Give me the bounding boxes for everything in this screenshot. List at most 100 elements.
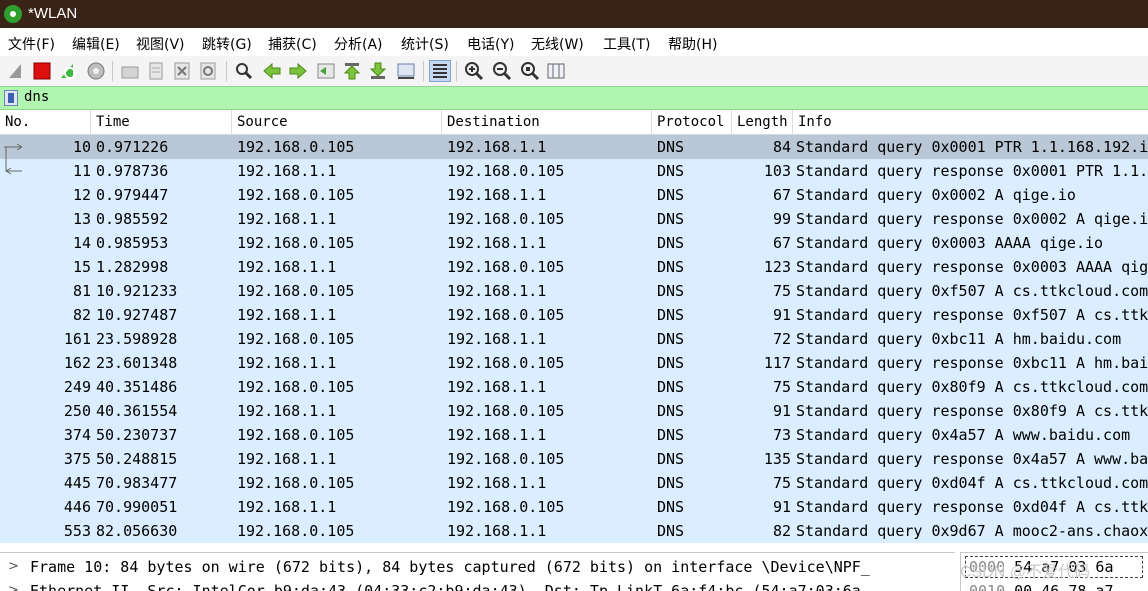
go-forward-icon[interactable] xyxy=(288,61,308,81)
packet-protocol: DNS xyxy=(657,330,685,348)
packet-row[interactable]: 249 40.351486 192.168.0.105 192.168.1.1 DNS 7… xyxy=(0,375,1148,399)
packet-info: Standard query 0x4a57 A www.baidu.com xyxy=(796,426,1131,444)
packet-length: 117 xyxy=(763,354,791,372)
shark-fin-start-icon[interactable] xyxy=(6,61,26,81)
menu-edit[interactable]: 编辑(E) xyxy=(72,34,120,54)
packet-source: 192.168.0.105 xyxy=(237,186,355,204)
close-file-icon[interactable] xyxy=(172,61,192,81)
column-header-protocol[interactable]: Protocol xyxy=(652,110,732,134)
packet-protocol: DNS xyxy=(657,282,685,300)
menu-view[interactable]: 视图(V) xyxy=(136,34,185,54)
packet-time: 50.230737 xyxy=(96,426,178,444)
normal-size-icon[interactable] xyxy=(520,61,540,81)
menu-tools[interactable]: 工具(T) xyxy=(603,34,650,54)
packet-number: 375 xyxy=(63,450,91,468)
packet-row[interactable]: 12 0.979447 192.168.0.105 192.168.1.1 DNS 67 S… xyxy=(0,183,1148,207)
packet-destination: 192.168.0.105 xyxy=(447,210,565,228)
packet-protocol: DNS xyxy=(657,210,685,228)
save-file-icon[interactable] xyxy=(146,61,166,81)
title-bar: *WLAN xyxy=(0,0,1148,28)
filter-bookmark-icon[interactable] xyxy=(4,90,18,106)
stop-capture-icon[interactable] xyxy=(32,61,52,81)
packet-time: 0.978736 xyxy=(96,162,169,180)
menu-file[interactable]: 文件(F) xyxy=(8,34,55,54)
packet-row[interactable]: 374 50.230737 192.168.0.105 192.168.1.1 DNS 7… xyxy=(0,423,1148,447)
find-packet-icon[interactable] xyxy=(234,61,254,81)
packet-row[interactable]: 82 10.927487 192.168.1.1 192.168.0.105 DNS 91… xyxy=(0,303,1148,327)
packet-info: Standard query response 0x80f9 A cs.ttkc… xyxy=(796,402,1148,420)
packet-length: 103 xyxy=(763,162,791,180)
packet-number: 14 xyxy=(72,234,91,252)
packet-time: 40.361554 xyxy=(96,402,178,420)
packet-source: 192.168.0.105 xyxy=(237,282,355,300)
related-packet-arrows-icon xyxy=(2,135,24,183)
packet-row[interactable]: 446 70.990051 192.168.1.1 192.168.0.105 DNS 9… xyxy=(0,495,1148,519)
go-to-packet-icon[interactable] xyxy=(316,61,336,81)
packet-number: 13 xyxy=(72,210,91,228)
detail-frame-line[interactable]: Frame 10: 84 bytes on wire (672 bits), 8… xyxy=(30,558,870,576)
toolbar-separator xyxy=(456,61,457,81)
go-back-icon[interactable] xyxy=(262,61,282,81)
packet-row[interactable]: 10 0.971226 192.168.0.105 192.168.1.1 DNS 84 S… xyxy=(0,135,1148,159)
column-header-no[interactable]: No. xyxy=(0,110,91,134)
expand-chevron-icon[interactable]: > xyxy=(8,559,19,574)
packet-row[interactable]: 162 23.601348 192.168.1.1 192.168.0.105 DNS 1… xyxy=(0,351,1148,375)
zoom-in-icon[interactable] xyxy=(464,61,484,81)
packet-time: 40.351486 xyxy=(96,378,178,396)
packet-destination: 192.168.0.105 xyxy=(447,498,565,516)
first-packet-icon[interactable] xyxy=(342,61,362,81)
packet-row[interactable]: 375 50.248815 192.168.1.1 192.168.0.105 DNS 1… xyxy=(0,447,1148,471)
autoscroll-icon[interactable] xyxy=(396,61,416,81)
packet-source: 192.168.1.1 xyxy=(237,162,337,180)
packet-time: 10.927487 xyxy=(96,306,178,324)
packet-source: 192.168.0.105 xyxy=(237,474,355,492)
colorize-icon[interactable] xyxy=(429,60,451,82)
packet-info: Standard query 0x0003 AAAA qige.io xyxy=(796,234,1104,252)
menu-wireless[interactable]: 无线(W) xyxy=(531,34,584,54)
csdn-watermark: CSDN @不爱代码 xyxy=(960,564,1091,581)
open-file-icon[interactable] xyxy=(120,61,140,81)
packet-source: 192.168.0.105 xyxy=(237,426,355,444)
column-header-source[interactable]: Source xyxy=(232,110,442,134)
menu-telephony[interactable]: 电话(Y) xyxy=(467,34,514,54)
zoom-out-icon[interactable] xyxy=(492,61,512,81)
packet-row[interactable]: 13 0.985592 192.168.1.1 192.168.0.105 DNS 99 S… xyxy=(0,207,1148,231)
packet-protocol: DNS xyxy=(657,426,685,444)
toolbar-separator xyxy=(226,61,227,81)
packet-destination: 192.168.1.1 xyxy=(447,522,547,540)
packet-time: 10.921233 xyxy=(96,282,178,300)
column-header-info[interactable]: Info xyxy=(793,110,1148,134)
packet-number: 162 xyxy=(63,354,91,372)
packet-row[interactable]: 81 10.921233 192.168.0.105 192.168.1.1 DNS 75… xyxy=(0,279,1148,303)
packet-length: 135 xyxy=(763,450,791,468)
packet-length: 67 xyxy=(772,234,791,252)
column-header-length[interactable]: Length xyxy=(732,110,793,134)
reload-file-icon[interactable] xyxy=(198,61,218,81)
packet-number: 374 xyxy=(63,426,91,444)
column-header-time[interactable]: Time xyxy=(91,110,232,134)
packet-destination: 192.168.1.1 xyxy=(447,186,547,204)
packet-source: 192.168.1.1 xyxy=(237,258,337,276)
capture-options-icon[interactable] xyxy=(86,61,106,81)
menu-statistics[interactable]: 统计(S) xyxy=(401,34,449,54)
packet-row[interactable]: 445 70.983477 192.168.0.105 192.168.1.1 DNS 7… xyxy=(0,471,1148,495)
packet-row[interactable]: 15 1.282998 192.168.1.1 192.168.0.105 DNS 123… xyxy=(0,255,1148,279)
resize-columns-icon[interactable] xyxy=(546,61,566,81)
display-filter-input[interactable]: dns xyxy=(24,89,49,105)
packet-row[interactable]: 161 23.598928 192.168.0.105 192.168.1.1 DNS 7… xyxy=(0,327,1148,351)
packet-row[interactable]: 11 0.978736 192.168.1.1 192.168.0.105 DNS 103… xyxy=(0,159,1148,183)
menu-analyze[interactable]: 分析(A) xyxy=(334,34,383,54)
packet-source: 192.168.0.105 xyxy=(237,522,355,540)
column-header-destination[interactable]: Destination xyxy=(442,110,652,134)
packet-row[interactable]: 553 82.056630 192.168.0.105 192.168.1.1 DNS 8… xyxy=(0,519,1148,543)
packet-destination: 192.168.1.1 xyxy=(447,234,547,252)
last-packet-icon[interactable] xyxy=(368,61,388,81)
menu-capture[interactable]: 捕获(C) xyxy=(268,34,317,54)
packet-protocol: DNS xyxy=(657,378,685,396)
restart-capture-icon[interactable] xyxy=(58,61,78,81)
packet-row[interactable]: 250 40.361554 192.168.1.1 192.168.0.105 DNS 9… xyxy=(0,399,1148,423)
menu-help[interactable]: 帮助(H) xyxy=(668,34,717,54)
packet-row[interactable]: 14 0.985953 192.168.0.105 192.168.1.1 DNS 67 S… xyxy=(0,231,1148,255)
packet-list: 553 82.056630 192.168.0.105 192.168.1.1 DNS 8… xyxy=(0,135,1148,543)
menu-go[interactable]: 跳转(G) xyxy=(202,34,252,54)
